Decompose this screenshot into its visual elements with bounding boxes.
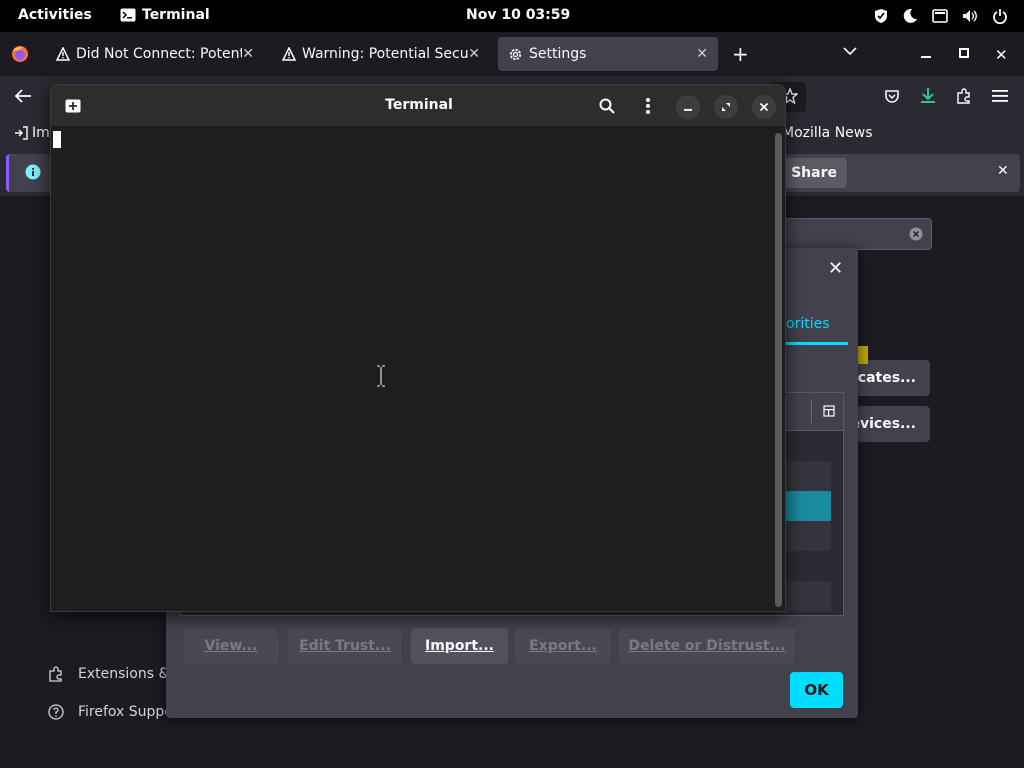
gnome-top-bar: Activities Terminal Nov 10 03:59 bbox=[0, 0, 1024, 32]
window-minimize-icon[interactable] bbox=[920, 47, 932, 59]
bookmark-mozilla-news[interactable]: Mozilla News bbox=[782, 125, 873, 141]
settings-search-input[interactable] bbox=[780, 218, 932, 250]
clock[interactable]: Nov 10 03:59 bbox=[466, 7, 570, 23]
sidebar-item-label: Firefox Suppo bbox=[78, 704, 173, 720]
pocket-icon[interactable] bbox=[884, 88, 900, 104]
tab-label: Warning: Potential Security Risk Ahead bbox=[302, 46, 468, 62]
puzzle-icon bbox=[48, 666, 64, 682]
ok-button[interactable]: OK bbox=[790, 672, 843, 708]
volume-icon[interactable] bbox=[962, 8, 978, 24]
chevron-down-icon[interactable] bbox=[843, 46, 857, 56]
terminal-text-area[interactable] bbox=[51, 127, 773, 611]
tab-close-icon[interactable]: ✕ bbox=[242, 46, 254, 62]
system-tray[interactable] bbox=[874, 8, 1008, 24]
export-button[interactable]: Export... bbox=[515, 628, 611, 664]
window-maximize-icon[interactable] bbox=[958, 47, 970, 59]
view-button[interactable]: View... bbox=[184, 628, 278, 664]
import-button[interactable]: Import... bbox=[411, 628, 508, 664]
activities-button[interactable]: Activities bbox=[18, 7, 92, 23]
column-divider bbox=[811, 399, 812, 423]
help-icon bbox=[48, 704, 64, 720]
screen-icon[interactable] bbox=[932, 8, 948, 24]
security-devices-button[interactable]: evices... bbox=[846, 406, 930, 442]
power-icon[interactable] bbox=[992, 8, 1008, 24]
tab-settings[interactable]: Settings ✕ bbox=[498, 37, 718, 71]
app-menu-label: Terminal bbox=[142, 7, 210, 23]
night-light-icon[interactable] bbox=[902, 8, 918, 24]
minimize-icon bbox=[683, 102, 693, 112]
notification-close-icon[interactable]: ✕ bbox=[997, 163, 1009, 179]
tab-did-not-connect[interactable]: Did Not Connect: Potential Security Issu… bbox=[46, 37, 264, 71]
import-icon bbox=[14, 126, 28, 140]
search-icon[interactable] bbox=[599, 98, 615, 114]
new-tab-icon[interactable]: + bbox=[732, 44, 749, 64]
extensions-icon[interactable] bbox=[956, 88, 972, 104]
warning-icon bbox=[56, 47, 70, 61]
terminal-header-bar[interactable]: Terminal bbox=[51, 85, 785, 127]
sidebar-item-support[interactable]: Firefox Suppo bbox=[48, 704, 173, 720]
firefox-tab-strip: Did Not Connect: Potential Security Issu… bbox=[0, 32, 1024, 76]
menu-kebab-icon[interactable] bbox=[645, 97, 651, 115]
warning-icon bbox=[282, 47, 296, 61]
tab-close-icon[interactable]: ✕ bbox=[468, 46, 480, 62]
active-tab-indicator bbox=[786, 342, 848, 345]
hamburger-menu-icon[interactable] bbox=[992, 89, 1008, 103]
back-arrow-icon[interactable] bbox=[14, 88, 32, 104]
dialog-close-icon[interactable]: ✕ bbox=[828, 258, 843, 279]
maximize-icon bbox=[721, 102, 731, 112]
delete-or-distrust-button[interactable]: Delete or Distrust... bbox=[619, 628, 795, 664]
close-icon bbox=[759, 102, 769, 112]
info-icon bbox=[25, 164, 41, 180]
tab-close-icon[interactable]: ✕ bbox=[696, 46, 708, 62]
view-certificates-button[interactable]: ficates... bbox=[846, 360, 930, 396]
terminal-window: Terminal bbox=[50, 84, 786, 612]
gear-icon bbox=[508, 47, 523, 62]
edit-trust-button[interactable]: Edit Trust... bbox=[288, 628, 402, 664]
terminal-cursor bbox=[53, 131, 61, 148]
share-button[interactable]: Share bbox=[779, 158, 847, 188]
terminal-scrollbar[interactable] bbox=[775, 133, 782, 607]
tab-label: Did Not Connect: Potential Security Issu… bbox=[76, 46, 242, 62]
sidebar-item-extensions[interactable]: Extensions & T bbox=[48, 666, 182, 682]
bookmark-label: Im bbox=[32, 125, 50, 141]
app-menu[interactable]: Terminal bbox=[120, 7, 210, 23]
text-cursor-ibeam-icon bbox=[375, 365, 387, 387]
terminal-minimize-button[interactable] bbox=[676, 95, 700, 119]
column-picker-icon[interactable] bbox=[823, 405, 835, 417]
terminal-app-icon bbox=[120, 8, 136, 22]
downloads-icon[interactable] bbox=[920, 87, 936, 105]
firefox-logo-icon[interactable] bbox=[11, 45, 29, 63]
tab-authorities[interactable]: orities bbox=[786, 316, 830, 332]
terminal-close-button[interactable] bbox=[752, 95, 776, 119]
bookmark-import[interactable]: Im bbox=[14, 125, 50, 141]
terminal-maximize-button[interactable] bbox=[714, 95, 738, 119]
shield-icon[interactable] bbox=[874, 8, 888, 24]
window-close-icon[interactable]: ✕ bbox=[995, 46, 1008, 64]
tab-label: Settings bbox=[529, 46, 587, 62]
clear-search-icon[interactable] bbox=[909, 227, 923, 241]
tab-potential-security-risk[interactable]: Warning: Potential Security Risk Ahead ✕ bbox=[272, 37, 490, 71]
